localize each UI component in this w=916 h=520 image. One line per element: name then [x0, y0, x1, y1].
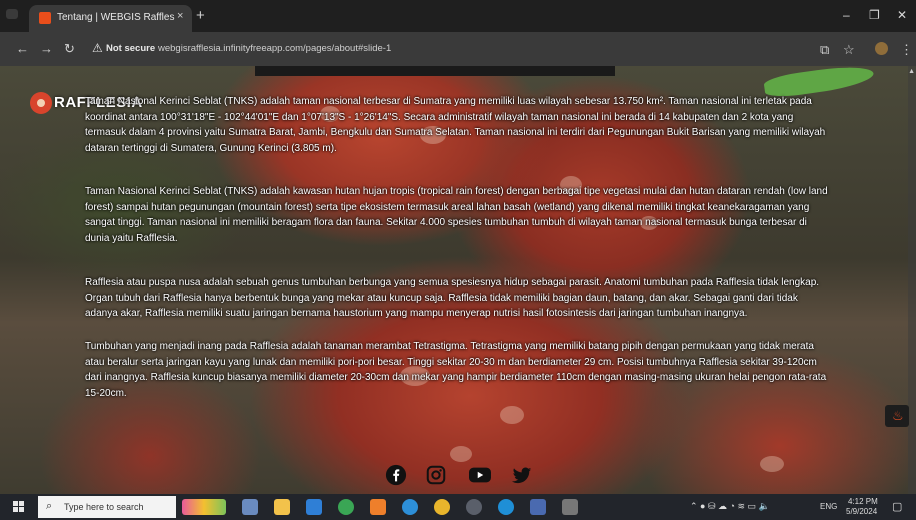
- flower-spot: [760, 456, 784, 472]
- language-indicator[interactable]: ENG: [820, 502, 837, 511]
- qgis-icon[interactable]: [338, 499, 354, 515]
- paragraph-rafflesia-host: Tumbuhan yang menjadi inang pada Raffles…: [85, 341, 827, 399]
- paragraph-tnks-location: Taman Nasional Kerinci Seblat (TNKS) ada…: [85, 96, 826, 154]
- browser-tab[interactable]: Tentang | WEBGIS Rafflesia SP ×: [29, 5, 192, 32]
- clock-time[interactable]: 4:12 PM: [848, 497, 878, 506]
- windows-start-icon[interactable]: [13, 501, 25, 513]
- notification-icon[interactable]: ▢: [892, 500, 902, 513]
- page-content: RAFFLESIA Taman Nasional Kerinci Seblat …: [0, 66, 916, 494]
- paragraph-tnks-forest: Taman Nasional Kerinci Seblat (TNKS) ada…: [85, 186, 828, 244]
- profile-avatar[interactable]: [875, 42, 888, 55]
- file-explorer-icon[interactable]: [274, 499, 290, 515]
- rafflesia-logo-icon: [30, 92, 52, 114]
- search-icon: ⌕: [46, 500, 53, 512]
- system-tray-icons[interactable]: ⌃ ● ⛁ ☁ ◔ ≋ ▭ 🔈: [690, 501, 770, 512]
- paragraph-rafflesia-genus: Rafflesia atau puspa nusa adalah sebuah …: [85, 277, 820, 319]
- warning-icon: ⚠: [92, 41, 103, 55]
- youtube-icon[interactable]: [467, 464, 493, 486]
- facebook-icon[interactable]: [385, 464, 407, 486]
- flame-icon: ♨: [892, 408, 904, 423]
- site-favicon-icon: [39, 12, 51, 24]
- tab-search-button[interactable]: [6, 9, 18, 19]
- minimize-button[interactable]: –: [843, 8, 850, 22]
- tab-title: Tentang | WEBGIS Rafflesia SP: [57, 12, 175, 23]
- clock-date[interactable]: 5/9/2024: [846, 507, 877, 516]
- search-placeholder: Type here to search: [64, 502, 144, 512]
- taskbar-search-box[interactable]: ⌕ Type here to search: [38, 496, 176, 518]
- vscode-icon[interactable]: [306, 499, 322, 515]
- maximize-button[interactable]: ❐: [869, 8, 880, 22]
- chrome-active-icon[interactable]: [466, 499, 482, 515]
- app-icon[interactable]: [530, 499, 546, 515]
- pen-app-icon[interactable]: [562, 499, 578, 515]
- url-text[interactable]: webgisrafflesia.infinityfreeapp.com/page…: [158, 43, 391, 54]
- windows-taskbar: ⌕ Type here to search ⌃ ● ⛁ ☁ ◔ ≋ ▭ 🔈 EN…: [0, 494, 916, 520]
- translate-icon[interactable]: ⧉: [820, 42, 829, 58]
- chrome-icon[interactable]: [434, 499, 450, 515]
- telegram-icon[interactable]: [402, 499, 418, 515]
- browser-tab-bar: Tentang | WEBGIS Rafflesia SP × + – ❐ ✕: [0, 0, 916, 32]
- scroll-up-icon[interactable]: ▲: [908, 68, 915, 75]
- xampp-icon[interactable]: [370, 499, 386, 515]
- tulip-widget-icon[interactable]: [182, 499, 226, 515]
- image-slider-top: [255, 66, 615, 76]
- address-bar[interactable]: ⚠ Not secure webgisrafflesia.infinityfre…: [86, 38, 846, 60]
- not-secure-label[interactable]: Not secure: [106, 43, 155, 54]
- flower-spot: [500, 406, 524, 424]
- new-tab-button[interactable]: +: [196, 8, 205, 23]
- twitter-icon[interactable]: [511, 464, 533, 486]
- forward-arrow-icon[interactable]: →: [40, 41, 53, 56]
- page-scrollbar[interactable]: ▲: [908, 66, 916, 494]
- instagram-icon[interactable]: [425, 464, 447, 486]
- flower-spot: [450, 446, 472, 462]
- menu-kebab-icon[interactable]: ⋮: [900, 42, 913, 58]
- back-arrow-icon[interactable]: ←: [16, 41, 29, 56]
- reload-icon[interactable]: ↻: [64, 41, 75, 57]
- tab-close-button[interactable]: ×: [177, 10, 183, 22]
- browser-toolbar: ← → ↻ ⚠ Not secure webgisrafflesia.infin…: [0, 32, 916, 66]
- task-view-icon[interactable]: [242, 499, 258, 515]
- fire-extension-button[interactable]: ♨: [885, 405, 909, 427]
- bookmark-star-icon[interactable]: ☆: [843, 42, 855, 58]
- close-window-button[interactable]: ✕: [897, 8, 907, 22]
- edge-icon[interactable]: [498, 499, 514, 515]
